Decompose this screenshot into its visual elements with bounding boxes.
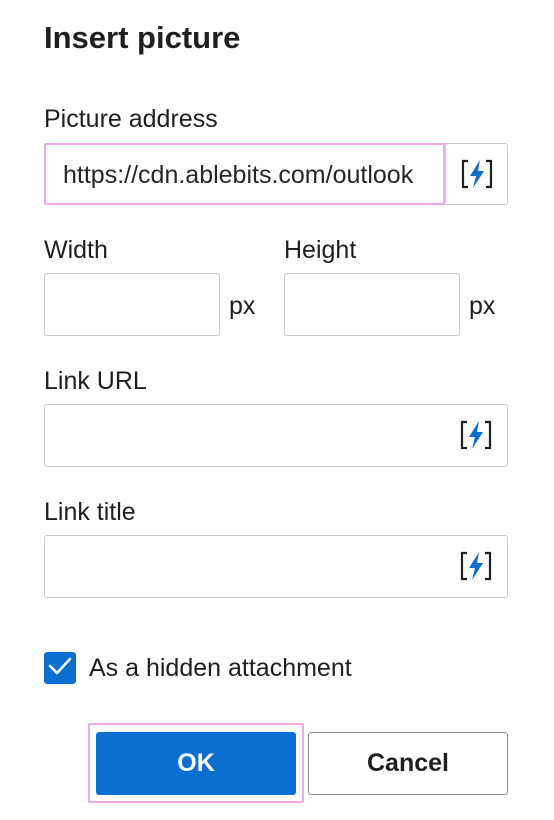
- bracketed-lightning-icon: [460, 158, 494, 190]
- width-field: [44, 273, 220, 336]
- link-title-label: Link title: [44, 498, 136, 526]
- width-input[interactable]: [57, 289, 207, 321]
- link-url-insert-token-button[interactable]: [445, 405, 507, 465]
- height-unit-label: px: [469, 292, 496, 320]
- width-label: Width: [44, 236, 108, 264]
- dialog-title: Insert picture: [44, 20, 241, 55]
- picture-address-insert-token-button[interactable]: [445, 144, 507, 203]
- height-label: Height: [284, 236, 357, 264]
- ok-button[interactable]: OK: [96, 732, 296, 795]
- link-title-field: [44, 535, 508, 598]
- checkmark-icon: [48, 656, 72, 681]
- bracketed-lightning-icon: [459, 419, 493, 451]
- picture-address-focus-ring: [44, 143, 445, 205]
- picture-address-label: Picture address: [44, 105, 218, 133]
- link-url-field: [44, 404, 508, 467]
- link-url-label: Link URL: [44, 367, 147, 395]
- hidden-attachment-checkbox[interactable]: [44, 652, 76, 684]
- link-url-input[interactable]: [59, 420, 449, 452]
- height-input[interactable]: [297, 289, 447, 321]
- width-unit-label: px: [229, 292, 256, 320]
- link-title-insert-token-button[interactable]: [445, 536, 507, 596]
- hidden-attachment-label[interactable]: As a hidden attachment: [89, 652, 352, 684]
- bracketed-lightning-icon: [459, 550, 493, 582]
- link-title-input[interactable]: [59, 551, 449, 583]
- height-field: [284, 273, 460, 336]
- cancel-button[interactable]: Cancel: [308, 732, 508, 795]
